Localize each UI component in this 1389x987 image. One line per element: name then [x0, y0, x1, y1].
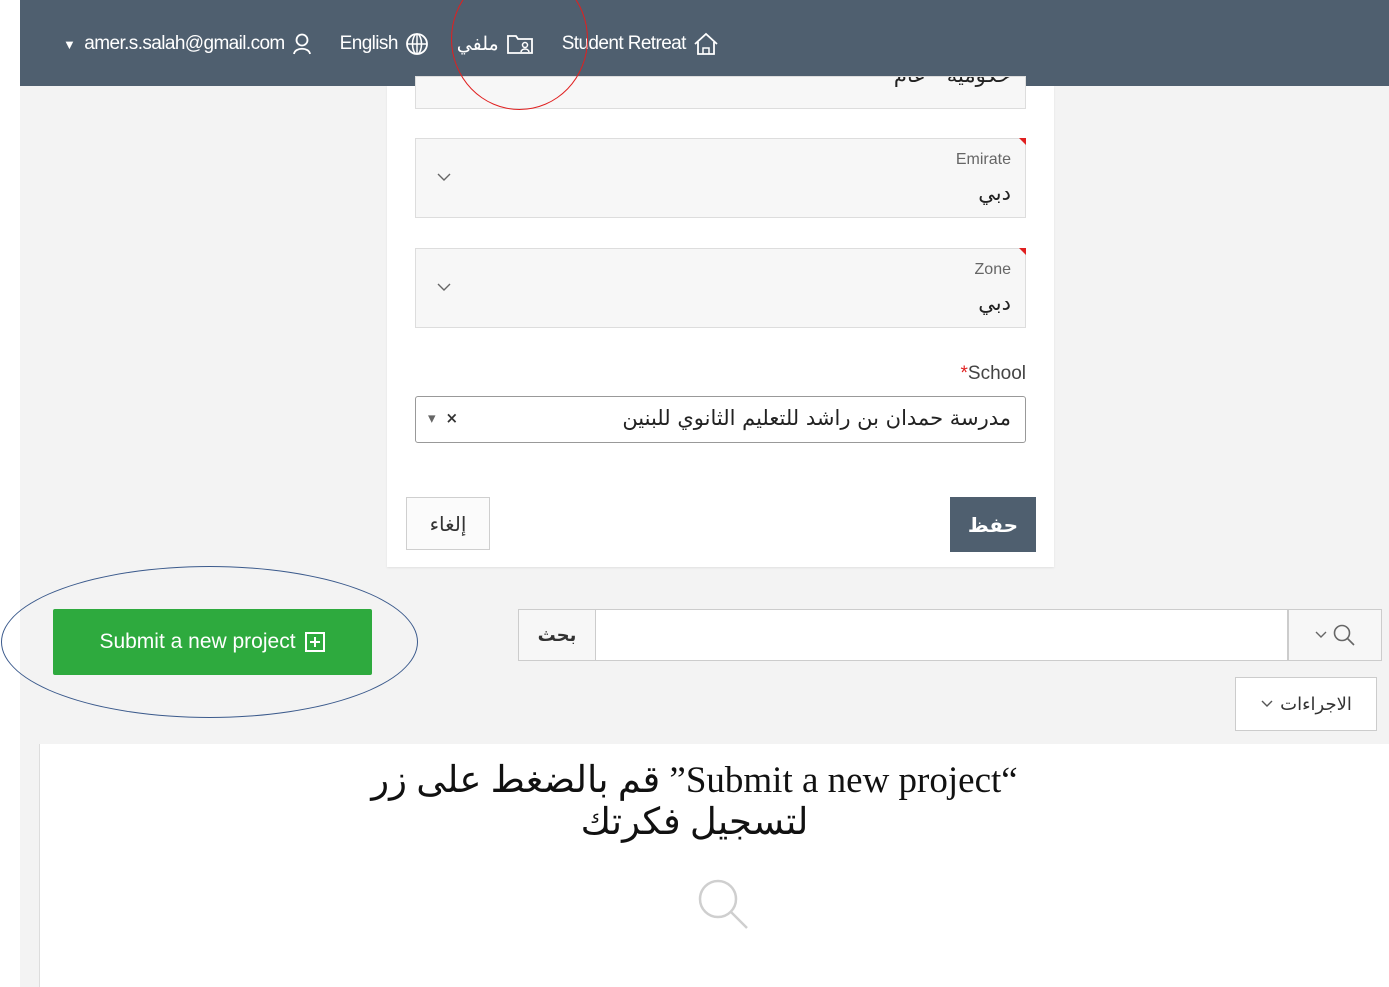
actions-dropdown[interactable]: الاجراءات	[1235, 677, 1377, 731]
school-select[interactable]: مدرسة حمدان بن راشد للتعليم الثانوي للبن…	[415, 396, 1026, 443]
emirate-value: دبي	[978, 181, 1011, 205]
home-label: Student Retreat	[561, 33, 687, 54]
dropdown-arrow-icon[interactable]: ▾	[428, 409, 436, 427]
search-input[interactable]	[596, 609, 1288, 661]
school-form-card: حكومية - عام Emirate دبي Zone دبي *Schoo…	[387, 76, 1054, 567]
profile-link[interactable]: ملفي	[457, 33, 534, 56]
chevron-down-icon	[437, 283, 451, 291]
instruction-line-1: قم بالضغط على زر ”Submit a new project“	[371, 760, 1018, 801]
school-label-row: *School	[946, 363, 1026, 385]
required-marker	[1019, 248, 1026, 255]
instruction-text: قم بالضغط على زر ”Submit a new project“ …	[0, 760, 1389, 844]
search-options-toggle[interactable]	[1288, 609, 1382, 661]
home-link[interactable]: Student Retreat	[562, 32, 719, 56]
search-icon	[1333, 624, 1355, 646]
language-switch[interactable]: English	[340, 32, 429, 56]
chevron-down-icon	[1261, 700, 1273, 707]
instruction-line-2: لتسجيل فكرتك	[580, 802, 809, 843]
required-star: *	[960, 363, 968, 384]
submit-button-label: Submit a new project	[99, 630, 296, 653]
profile-folder-icon	[506, 35, 533, 54]
globe-icon	[405, 33, 428, 55]
required-marker	[1019, 138, 1026, 145]
school-type-value: حكومية - عام	[894, 77, 1011, 87]
search-button[interactable]: بحث	[518, 609, 596, 661]
submit-new-project-button[interactable]: Submit a new project	[53, 609, 372, 675]
select-controls: ▾ ×	[428, 409, 458, 427]
save-button[interactable]: حفظ	[950, 497, 1036, 552]
chevron-down-icon	[437, 173, 451, 181]
nav-links: ▼ amer.s.salah@gmail.com English ملفي St…	[63, 28, 719, 60]
clear-icon[interactable]: ×	[446, 409, 459, 427]
zone-value: دبي	[978, 291, 1011, 315]
account-menu[interactable]: ▼ amer.s.salah@gmail.com	[63, 33, 312, 55]
emirate-field[interactable]: Emirate دبي	[415, 138, 1026, 218]
top-navigation-bar: ▼ amer.s.salah@gmail.com English ملفي St…	[20, 0, 1389, 86]
chevron-down-icon	[1315, 631, 1327, 638]
school-label: School	[967, 363, 1026, 384]
account-email: amer.s.salah@gmail.com	[84, 33, 285, 54]
empty-results-search-icon	[698, 879, 748, 929]
school-value: مدرسة حمدان بن راشد للتعليم الثانوي للبن…	[622, 406, 1011, 430]
school-type-field[interactable]: حكومية - عام	[415, 76, 1026, 109]
emirate-label: Emirate	[955, 151, 1011, 168]
zone-label: Zone	[974, 261, 1011, 278]
plus-box-icon	[304, 632, 325, 652]
language-label: English	[339, 33, 399, 54]
home-icon	[694, 32, 718, 55]
actions-label: الاجراءات	[1280, 693, 1352, 715]
user-icon	[292, 33, 311, 55]
cancel-button[interactable]: إلغاء	[406, 497, 490, 550]
caret-down-icon: ▼	[63, 36, 76, 52]
profile-label: ملفي	[456, 33, 500, 55]
zone-field[interactable]: Zone دبي	[415, 248, 1026, 328]
